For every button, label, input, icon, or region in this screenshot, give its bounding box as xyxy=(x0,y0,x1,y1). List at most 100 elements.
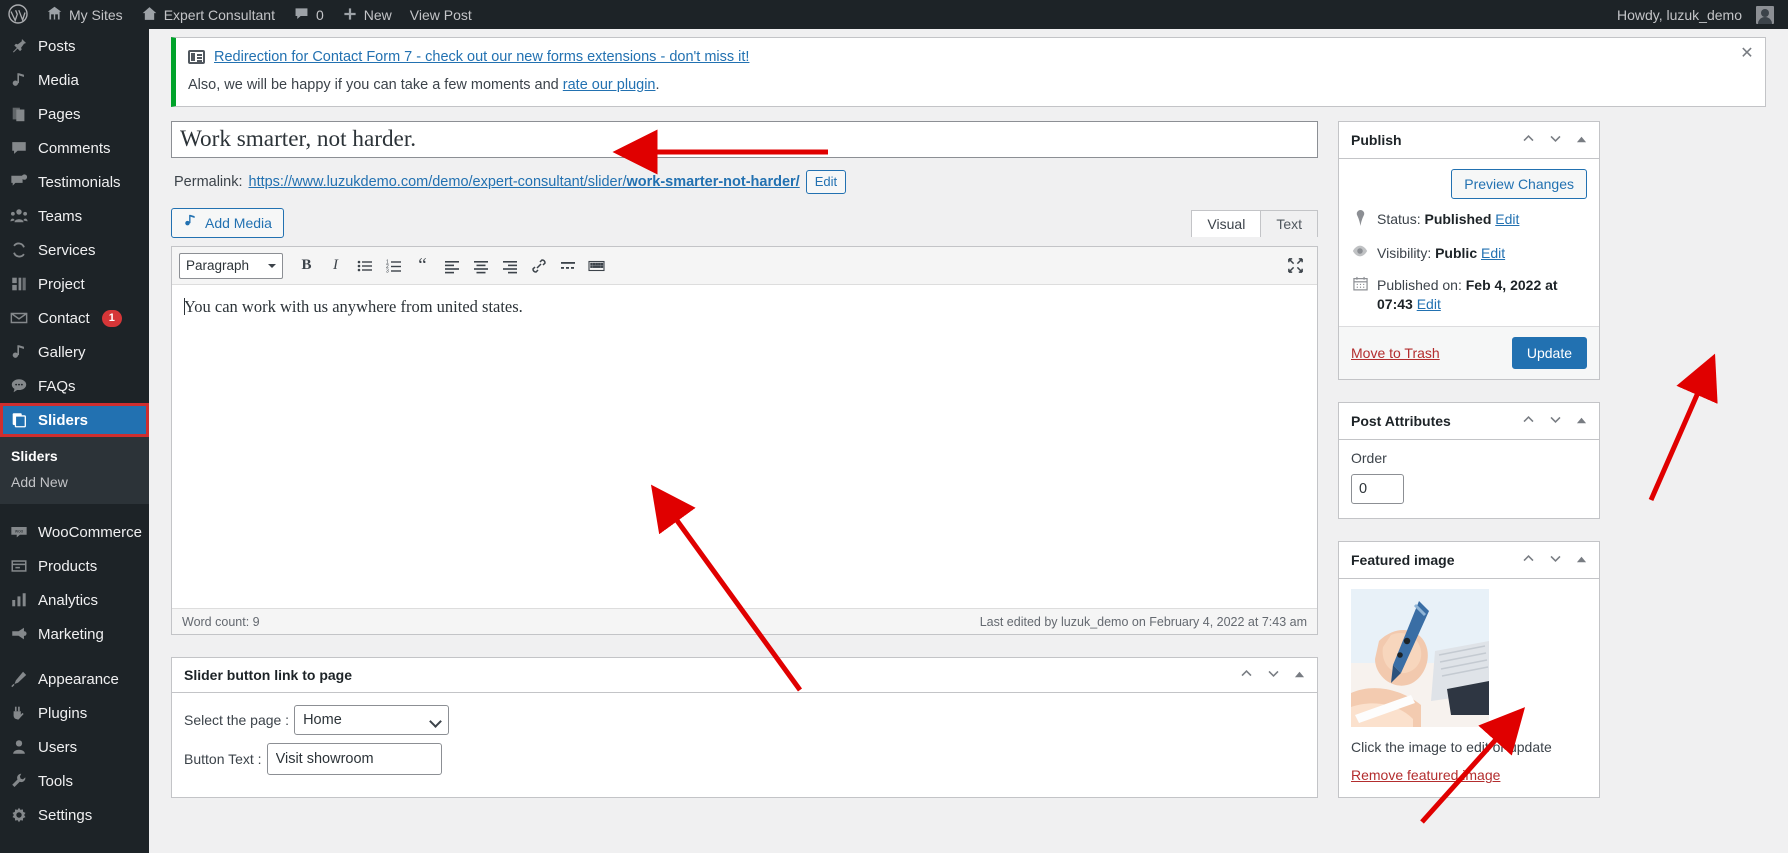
preview-changes-button[interactable]: Preview Changes xyxy=(1451,169,1587,199)
site-name-menu[interactable]: Expert Consultant xyxy=(132,0,284,29)
metabox-body: Select the page : Home Button Text : xyxy=(172,693,1317,797)
sidebar-item-label: Analytics xyxy=(38,591,99,609)
edit-published-link[interactable]: Edit xyxy=(1417,296,1441,312)
sidebar-item-sliders[interactable]: Sliders xyxy=(0,403,157,437)
sidebar-item-services[interactable]: Services xyxy=(0,233,149,267)
comments-icon xyxy=(9,138,29,158)
sidebar-item-analytics[interactable]: Analytics xyxy=(0,583,149,617)
sidebar-item-pages[interactable]: Pages xyxy=(0,97,149,131)
sidebar-item-woocommerce[interactable]: woo WooCommerce xyxy=(0,515,149,549)
notice-link[interactable]: Redirection for Contact Form 7 - check o… xyxy=(214,49,749,65)
pages-icon xyxy=(9,104,29,124)
status-text: Status: Published Edit xyxy=(1377,210,1519,229)
move-down-icon[interactable] xyxy=(1267,667,1280,683)
permalink-base: https://www.luzukdemo.com/demo/expert-co… xyxy=(248,174,627,190)
bold-icon[interactable]: B xyxy=(292,253,321,279)
wordpress-logo-icon xyxy=(8,3,28,26)
sidebar-item-media[interactable]: Media xyxy=(0,63,149,97)
sidebar-item-teams[interactable]: Teams xyxy=(0,199,149,233)
contact-pending-badge: 1 xyxy=(101,309,122,327)
edit-permalink-button[interactable]: Edit xyxy=(805,170,847,194)
sidebar-item-label: WooCommerce xyxy=(38,523,142,541)
read-more-icon[interactable] xyxy=(553,253,582,279)
edit-visibility-link[interactable]: Edit xyxy=(1481,245,1505,261)
post-title-input[interactable] xyxy=(171,121,1318,158)
toggle-panel-icon[interactable] xyxy=(1576,133,1587,148)
sidebar-item-tools[interactable]: Tools xyxy=(0,764,149,798)
editor: Add Media Visual Text Paragraph B I 1 2 … xyxy=(171,208,1318,635)
sidebar-item-appearance[interactable]: Appearance xyxy=(0,662,149,696)
post-attributes-header: Post Attributes xyxy=(1339,403,1599,440)
editor-mode-tabs: Visual Text xyxy=(1191,209,1318,237)
featured-image-title: Featured image xyxy=(1351,552,1455,568)
site-name-label: Expert Consultant xyxy=(163,6,275,23)
paragraph-format-select[interactable]: Paragraph xyxy=(179,252,283,279)
update-button[interactable]: Update xyxy=(1511,337,1587,369)
services-icon xyxy=(9,240,29,260)
button-text-input[interactable] xyxy=(266,743,442,775)
distraction-free-icon[interactable] xyxy=(1281,253,1310,279)
account-menu[interactable]: Howdy, luzuk_demo xyxy=(1608,0,1788,29)
move-down-icon[interactable] xyxy=(1549,413,1562,429)
close-icon[interactable]: ✕ xyxy=(1737,44,1757,64)
view-post-link[interactable]: View Post xyxy=(401,0,481,29)
align-center-icon[interactable] xyxy=(466,253,495,279)
sidebar-item-project[interactable]: Project xyxy=(0,267,149,301)
submenu-item-sliders[interactable]: Sliders xyxy=(0,443,149,469)
remove-featured-image-link[interactable]: Remove featured image xyxy=(1351,767,1587,783)
italic-icon[interactable]: I xyxy=(321,253,350,279)
sidebar-item-products[interactable]: Products xyxy=(0,549,149,583)
sidebar-item-settings[interactable]: Settings xyxy=(0,798,149,832)
bulleted-list-icon[interactable] xyxy=(350,253,379,279)
move-up-icon[interactable] xyxy=(1240,667,1253,683)
move-up-icon[interactable] xyxy=(1522,132,1535,148)
sidebar-item-testimonials[interactable]: Testimonials xyxy=(0,165,149,199)
admin-sidebar: Posts Media Pages Comments Testimonials … xyxy=(0,29,157,853)
featured-image-thumbnail[interactable] xyxy=(1351,589,1489,727)
move-down-icon[interactable] xyxy=(1549,132,1562,148)
keyboard-toolbar-toggle-icon[interactable] xyxy=(582,253,611,279)
sidebar-item-contact[interactable]: Contact 1 xyxy=(0,301,149,335)
sidebar-item-label: Appearance xyxy=(38,670,119,688)
sidebar-item-comments[interactable]: Comments xyxy=(0,131,149,165)
my-sites-menu[interactable]: My Sites xyxy=(37,0,132,29)
page-select[interactable]: Home xyxy=(294,705,450,735)
toggle-panel-icon[interactable] xyxy=(1294,667,1305,683)
sidebar-item-users[interactable]: Users xyxy=(0,730,149,764)
publish-title: Publish xyxy=(1351,132,1402,148)
comments-bubble-button[interactable]: 0 xyxy=(284,0,333,29)
featured-image-handles xyxy=(1522,552,1587,568)
numbered-list-icon[interactable]: 123 xyxy=(379,253,408,279)
submenu-item-add-new[interactable]: Add New xyxy=(0,469,149,495)
wordpress-logo-button[interactable] xyxy=(0,0,37,29)
sidebar-item-faqs[interactable]: FAQs xyxy=(0,369,149,403)
add-media-button[interactable]: Add Media xyxy=(171,208,284,238)
editor-content-area[interactable]: You can work with us anywhere from unite… xyxy=(172,285,1317,608)
tab-visual[interactable]: Visual xyxy=(1191,209,1262,237)
move-up-icon[interactable] xyxy=(1522,552,1535,568)
sidebar-item-plugins[interactable]: Plugins xyxy=(0,696,149,730)
new-content-menu[interactable]: New xyxy=(333,0,401,29)
primary-column: Permalink: https://www.luzukdemo.com/dem… xyxy=(171,121,1318,820)
order-input[interactable] xyxy=(1351,474,1404,504)
sidebar-item-gallery[interactable]: Gallery xyxy=(0,335,149,369)
sidebar-item-posts[interactable]: Posts xyxy=(0,29,149,63)
move-up-icon[interactable] xyxy=(1522,413,1535,429)
sidebar-item-marketing[interactable]: Marketing xyxy=(0,617,149,651)
toggle-panel-icon[interactable] xyxy=(1576,553,1587,568)
toggle-panel-icon[interactable] xyxy=(1576,414,1587,429)
align-left-icon[interactable] xyxy=(437,253,466,279)
mail-icon xyxy=(9,308,29,328)
move-down-icon[interactable] xyxy=(1549,552,1562,568)
marketing-icon xyxy=(9,624,29,644)
post-attributes-box: Post Attributes Order xyxy=(1338,402,1600,519)
rate-plugin-link[interactable]: rate our plugin xyxy=(563,77,656,93)
move-to-trash-link[interactable]: Move to Trash xyxy=(1351,345,1440,361)
align-right-icon[interactable] xyxy=(495,253,524,279)
insert-link-icon[interactable] xyxy=(524,253,553,279)
tab-text[interactable]: Text xyxy=(1260,209,1318,237)
blockquote-icon[interactable]: “ xyxy=(408,253,437,279)
edit-status-link[interactable]: Edit xyxy=(1495,211,1519,227)
calendar-icon xyxy=(1351,276,1369,296)
permalink-link[interactable]: https://www.luzukdemo.com/demo/expert-co… xyxy=(249,174,800,190)
